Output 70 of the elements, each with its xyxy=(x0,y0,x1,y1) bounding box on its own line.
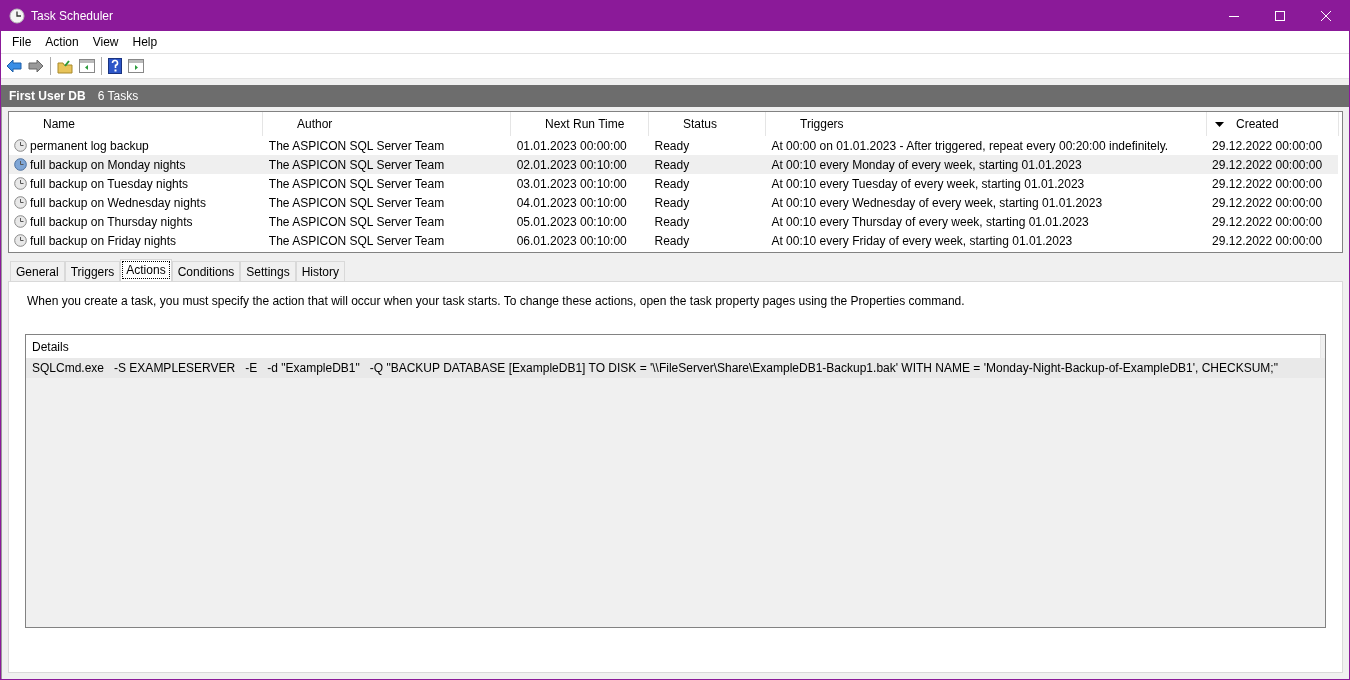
table-cell-text: At 00:10 every Wednesday of every week, starting 01.01.2023 xyxy=(770,195,1104,210)
tab[interactable]: General xyxy=(10,261,65,281)
table-cell-text: 02.01.2023 00:10:00 xyxy=(515,157,628,172)
menu-item[interactable]: Help xyxy=(125,35,165,49)
table-cell-text: At 00:10 every Monday of every week, starting 01.01.2023 xyxy=(770,157,1083,172)
table-cell-text: 29.12.2022 00:00:00 xyxy=(1211,157,1324,172)
task-count: 6 Tasks xyxy=(97,89,139,103)
close-icon xyxy=(1321,11,1331,21)
forward-arrow-icon[interactable] xyxy=(28,59,44,73)
table-cell-text: Ready xyxy=(653,138,691,153)
clock-icon xyxy=(14,139,27,152)
description-text: When you create a task, you must specify the action that will occur when your task starts. To change these actions, open the task property pages using the Properties command. xyxy=(27,294,966,308)
table-cell-text: 29.12.2022 00:00:00 xyxy=(1211,195,1324,210)
table-cell: full backup on Wednesday nights xyxy=(30,195,206,210)
table-cell: full backup on Tuesday nights xyxy=(30,176,189,191)
table-cell-text: 29.12.2022 00:00:00 xyxy=(1211,214,1324,229)
window-title: Task Scheduler xyxy=(31,9,115,23)
table-cell-text: 03.01.2023 00:10:00 xyxy=(515,176,628,191)
folder-title: First User DB xyxy=(9,89,86,103)
table-cell-text: 05.01.2023 00:10:00 xyxy=(515,214,628,229)
tab[interactable]: Settings xyxy=(240,261,296,281)
clock-icon xyxy=(14,196,27,209)
action-row[interactable]: SQLCmd.exe -S EXAMPLESERVER -E -d "ExampleDB1" -Q "BACKUP DATABASE [ExampleDB1] TO DISK = '\\FileServer\Share\ExampleDB1-Backup1.bak' WITH NAME = 'Monday-Night-Backup-of-ExampleDB1', CHECKSUM;" xyxy=(26,358,1325,378)
clock-icon xyxy=(9,8,25,24)
table-cell-text: 01.01.2023 00:00:00 xyxy=(515,138,628,153)
table-cell-text: 29.12.2022 00:00:00 xyxy=(1211,176,1324,191)
table-cell-text: The ASPICON SQL Server Team xyxy=(267,157,446,172)
table-cell-text: The ASPICON SQL Server Team xyxy=(267,138,446,153)
table-cell: full backup on Monday nights xyxy=(30,157,186,172)
folder-icon[interactable] xyxy=(57,58,73,74)
table-cell-text: 29.12.2022 00:00:00 xyxy=(1211,138,1324,153)
task-row[interactable]: full backup on Monday nights The ASPICON SQL Server Team 02.01.2023 00:10:00 Ready At 00:10 every Monday of every week, starting 01.01.2023 29.12.2022 00:00:00 xyxy=(9,155,1338,174)
minimize-icon xyxy=(1229,15,1239,17)
panel-icon[interactable] xyxy=(128,59,144,73)
table-cell: permanent log backup xyxy=(30,138,149,153)
table-cell-text: Ready xyxy=(653,157,691,172)
table-cell-text: 29.12.2022 00:00:00 xyxy=(1211,233,1324,248)
column-header[interactable]: Details xyxy=(26,335,1321,358)
panel-icon[interactable] xyxy=(79,59,95,73)
back-arrow-icon[interactable] xyxy=(6,59,22,73)
table-cell-text: The ASPICON SQL Server Team xyxy=(267,195,446,210)
table-cell-text: The ASPICON SQL Server Team xyxy=(267,176,446,191)
table-cell-text: 04.01.2023 00:10:00 xyxy=(515,195,628,210)
clock-icon xyxy=(14,234,27,247)
table-cell-text: Ready xyxy=(653,195,691,210)
table-cell-text: The ASPICON SQL Server Team xyxy=(267,214,446,229)
clock-icon xyxy=(14,215,27,228)
table-cell-text: At 00:10 every Tuesday of every week, starting 01.01.2023 xyxy=(770,176,1086,191)
tab[interactable]: Conditions xyxy=(171,261,241,281)
help-icon[interactable] xyxy=(108,58,122,74)
table-cell-text: At 00:10 every Thursday of every week, starting 01.01.2023 xyxy=(770,214,1090,229)
table-cell-text: The ASPICON SQL Server Team xyxy=(267,233,446,248)
tab[interactable]: Triggers xyxy=(64,261,121,281)
table-cell-text: Ready xyxy=(653,214,691,229)
table-cell-text: At 00:00 on 01.01.2023 - After triggered, repeat every 00:20:00 indefinitely. xyxy=(770,138,1170,153)
tab[interactable]: Actions xyxy=(120,259,172,281)
clock-icon xyxy=(14,177,27,190)
maximize-icon xyxy=(1275,11,1285,21)
table-cell-text: At 00:10 every Friday of every week, starting 01.01.2023 xyxy=(770,233,1074,248)
table-cell: full backup on Friday nights xyxy=(30,233,177,248)
table-cell: full backup on Thursday nights xyxy=(30,214,193,229)
menu-item[interactable]: File xyxy=(5,35,39,49)
clock-icon xyxy=(14,158,27,171)
table-cell-text: Ready xyxy=(653,176,691,191)
menu-item[interactable]: View xyxy=(85,35,126,49)
table-cell-text: 06.01.2023 00:10:00 xyxy=(515,233,628,248)
menu-item[interactable]: Action xyxy=(38,35,86,49)
tab[interactable]: History xyxy=(295,261,346,281)
sort-arrow-icon xyxy=(1215,121,1224,127)
table-cell-text: Ready xyxy=(653,233,691,248)
